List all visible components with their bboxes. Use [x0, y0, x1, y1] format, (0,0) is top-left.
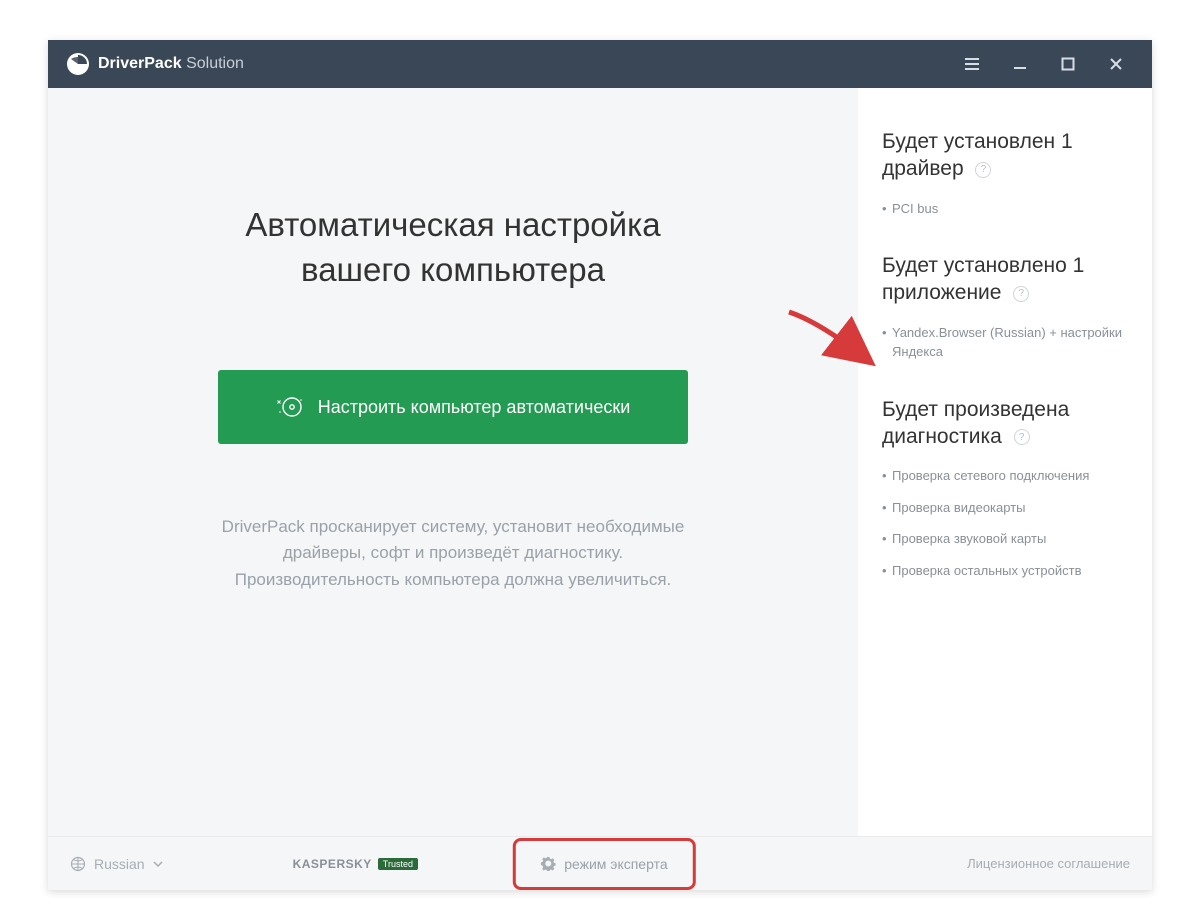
- help-icon[interactable]: ?: [975, 162, 991, 178]
- maximize-icon: [1061, 57, 1075, 71]
- window-controls: [948, 40, 1140, 88]
- kaspersky-badge: KASPERSKY Trusted: [293, 857, 418, 871]
- driverpack-logo-icon: [66, 52, 90, 76]
- expert-mode-button[interactable]: режим эксперта: [523, 846, 685, 882]
- close-button[interactable]: [1092, 40, 1140, 88]
- content-area: Автоматическая настройка вашего компьюте…: [48, 88, 1152, 836]
- list-item: PCI bus: [882, 199, 1130, 219]
- sidebar-title: Будет установлено 1 приложение ?: [882, 252, 1130, 307]
- disc-sparkle-icon: [276, 394, 302, 420]
- license-link[interactable]: Лицензионное соглашение: [967, 856, 1130, 871]
- titlebar: DriverPack Solution: [48, 40, 1152, 88]
- cta-label: Настроить компьютер автоматически: [318, 397, 631, 418]
- sidebar-title: Будет установлен 1 драйвер ?: [882, 128, 1130, 183]
- main-panel: Автоматическая настройка вашего компьюте…: [48, 88, 858, 836]
- list-item: Проверка видеокарты: [882, 498, 1130, 518]
- list-item: Проверка остальных устройств: [882, 561, 1130, 581]
- headline: Автоматическая настройка вашего компьюте…: [245, 203, 660, 292]
- sidebar-section-apps: Будет установлено 1 приложение ? Yandex.…: [882, 252, 1130, 362]
- app-window: DriverPack Solution: [48, 40, 1152, 890]
- maximize-button[interactable]: [1044, 40, 1092, 88]
- close-icon: [1109, 57, 1123, 71]
- list-item: Yandex.Browser (Russian) + настройки Янд…: [882, 323, 1130, 362]
- list-item: Проверка сетевого подключения: [882, 466, 1130, 486]
- footer: Russian KASPERSKY Trusted режим эксперта…: [48, 836, 1152, 890]
- globe-icon: [70, 856, 86, 872]
- gear-icon: [541, 856, 556, 871]
- sidebar-section-drivers: Будет установлен 1 драйвер ? PCI bus: [882, 128, 1130, 218]
- description-text: DriverPack просканирует систему, установ…: [222, 514, 685, 593]
- expert-mode-label: режим эксперта: [564, 856, 667, 872]
- help-icon[interactable]: ?: [1013, 286, 1029, 302]
- language-label: Russian: [94, 856, 145, 872]
- chevron-down-icon: [153, 859, 163, 869]
- app-title: DriverPack Solution: [98, 55, 244, 73]
- configure-automatically-button[interactable]: Настроить компьютер автоматически: [218, 370, 688, 444]
- sidebar: Будет установлен 1 драйвер ? PCI bus Буд…: [858, 88, 1152, 836]
- list-item: Проверка звуковой карты: [882, 529, 1130, 549]
- language-selector[interactable]: Russian: [70, 856, 163, 872]
- menu-button[interactable]: [948, 40, 996, 88]
- minimize-button[interactable]: [996, 40, 1044, 88]
- minimize-icon: [1013, 57, 1027, 71]
- sidebar-title: Будет произведена диагностика ?: [882, 396, 1130, 451]
- sidebar-section-diagnostics: Будет произведена диагностика ? Проверка…: [882, 396, 1130, 581]
- app-logo: DriverPack Solution: [66, 52, 244, 76]
- hamburger-icon: [963, 55, 981, 73]
- help-icon[interactable]: ?: [1014, 429, 1030, 445]
